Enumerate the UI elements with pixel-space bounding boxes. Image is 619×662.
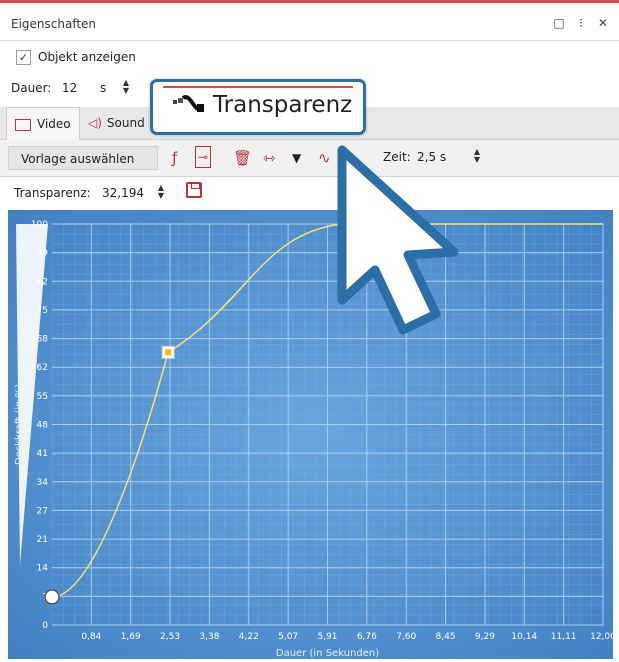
y-tick-label: 14 bbox=[37, 564, 49, 574]
window-buttons: □ ⁝ ✕ bbox=[553, 16, 609, 30]
x-tick-label: 9,29 bbox=[475, 632, 495, 642]
x-tick-label: 10,14 bbox=[511, 632, 537, 642]
x-tick-label: 7,60 bbox=[396, 632, 416, 642]
x-tick-label: 12,00 bbox=[590, 632, 613, 642]
tab-video[interactable]: Video bbox=[6, 107, 80, 140]
x-tick-label: 3,38 bbox=[199, 632, 219, 642]
template-dropdown[interactable]: Vorlage auswählen bbox=[8, 146, 158, 170]
divider bbox=[0, 40, 619, 41]
window-title: Eigenschaften bbox=[11, 17, 97, 31]
x-tick-label: 5,91 bbox=[317, 632, 337, 642]
duration-value[interactable]: 12 bbox=[62, 81, 77, 95]
window-titlebar: Eigenschaften □ ⁝ ✕ bbox=[0, 3, 619, 43]
duration-spinner[interactable]: ▲ ▼ bbox=[121, 79, 131, 95]
keyframe-toolbar: Vorlage auswählen ƒ ⊸ 🗑 ⇿ ▼ ∿ bbox=[0, 140, 619, 177]
delete-icon[interactable]: 🗑 bbox=[233, 148, 252, 168]
transparency-value[interactable]: 32,194 bbox=[102, 186, 144, 200]
video-icon bbox=[15, 118, 31, 131]
keyframe-icon[interactable]: ⊸ bbox=[195, 146, 212, 168]
transparency-spinner[interactable]: ▲ ▼ bbox=[156, 184, 166, 200]
x-tick-label: 4,22 bbox=[239, 632, 259, 642]
x-tick-label: 6,76 bbox=[357, 632, 377, 642]
maximize-icon[interactable]: □ bbox=[553, 16, 565, 30]
transparency-popup: Transparenz bbox=[150, 79, 366, 135]
curve-icon[interactable]: ƒ bbox=[172, 148, 177, 168]
opacity-graph[interactable]: 071421273441485562687582891000,841,692,5… bbox=[8, 210, 616, 659]
y-tick-label: 34 bbox=[37, 478, 49, 488]
x-tick-label: 5,07 bbox=[278, 632, 298, 642]
show-object-label: Objekt anzeigen bbox=[38, 50, 136, 64]
y-tick-label: 62 bbox=[37, 363, 48, 373]
sound-icon: ◁) bbox=[88, 116, 102, 130]
y-tick-label: 0 bbox=[42, 621, 48, 631]
time-spinner[interactable]: ▲ ▼ bbox=[472, 148, 482, 164]
transparency-icon bbox=[173, 95, 205, 112]
keyframe-marker-start bbox=[44, 589, 60, 605]
y-tick-label: 21 bbox=[37, 535, 48, 545]
transparency-label: Transparenz: bbox=[14, 186, 91, 200]
y-tick-label: 27 bbox=[37, 506, 48, 516]
tab-sound[interactable]: ◁) Sound bbox=[80, 107, 153, 139]
dropdown-arrow-icon[interactable]: ▼ bbox=[292, 148, 301, 168]
wave-icon[interactable]: ∿ bbox=[318, 148, 331, 168]
stretch-icon[interactable]: ⇿ bbox=[263, 148, 276, 168]
tab-video-label: Video bbox=[37, 117, 71, 131]
x-tick-label: 0,84 bbox=[81, 632, 101, 642]
keyframe-marker-inner bbox=[165, 349, 172, 356]
show-object-checkbox[interactable]: ✓ bbox=[16, 50, 31, 65]
tab-sound-label: Sound bbox=[106, 116, 145, 130]
x-axis-label: Dauer (in Sekunden) bbox=[276, 648, 379, 659]
y-tick-label: 41 bbox=[37, 449, 48, 459]
pin-icon[interactable]: ⁝ bbox=[575, 16, 587, 30]
x-tick-label: 8,45 bbox=[436, 632, 456, 642]
popup-accent-line bbox=[163, 86, 353, 88]
x-tick-label: 11,11 bbox=[551, 632, 577, 642]
x-tick-label: 1,69 bbox=[121, 632, 141, 642]
save-icon[interactable] bbox=[186, 182, 202, 198]
mouse-cursor-icon bbox=[337, 145, 459, 335]
y-tick-label: 55 bbox=[37, 392, 48, 402]
y-tick-label: 48 bbox=[37, 421, 49, 431]
duration-label: Dauer: bbox=[11, 81, 52, 95]
y-axis-label: Deckkraft (in %) bbox=[14, 384, 25, 465]
popup-label: Transparenz bbox=[213, 92, 353, 118]
x-tick-label: 2,53 bbox=[160, 632, 180, 642]
duration-unit: s bbox=[100, 81, 107, 95]
close-icon[interactable]: ✕ bbox=[597, 16, 609, 30]
opacity-chart[interactable]: 071421273441485562687582891000,841,692,5… bbox=[8, 210, 616, 659]
